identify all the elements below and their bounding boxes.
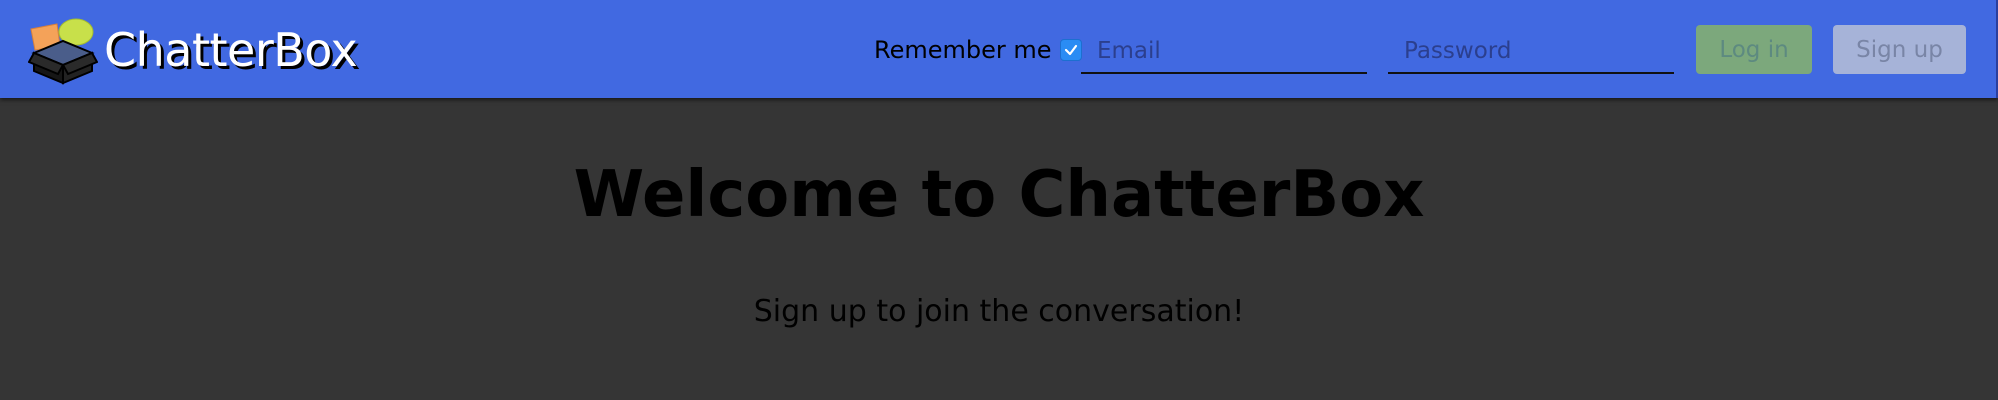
main-content: Welcome to ChatterBox Sign up to join th… [0, 98, 1998, 400]
remember-me[interactable]: Remember me [874, 36, 1082, 64]
page-subtitle: Sign up to join the conversation! [753, 294, 1245, 329]
signup-button[interactable]: Sign up [1833, 25, 1966, 74]
login-button[interactable]: Log in [1696, 25, 1812, 74]
checkmark-icon [1064, 44, 1077, 56]
remember-me-checkbox[interactable] [1059, 39, 1082, 61]
brand[interactable]: ChatterBox [28, 14, 358, 86]
brand-name: ChatterBox [104, 23, 358, 77]
email-field[interactable] [1081, 30, 1367, 74]
remember-me-label: Remember me [874, 36, 1052, 64]
password-field[interactable] [1388, 30, 1674, 74]
page-title: Welcome to ChatterBox [573, 158, 1425, 232]
chat-box-logo-icon [28, 18, 98, 85]
navbar: ChatterBox Remember me Log in Sign up [0, 0, 1998, 98]
